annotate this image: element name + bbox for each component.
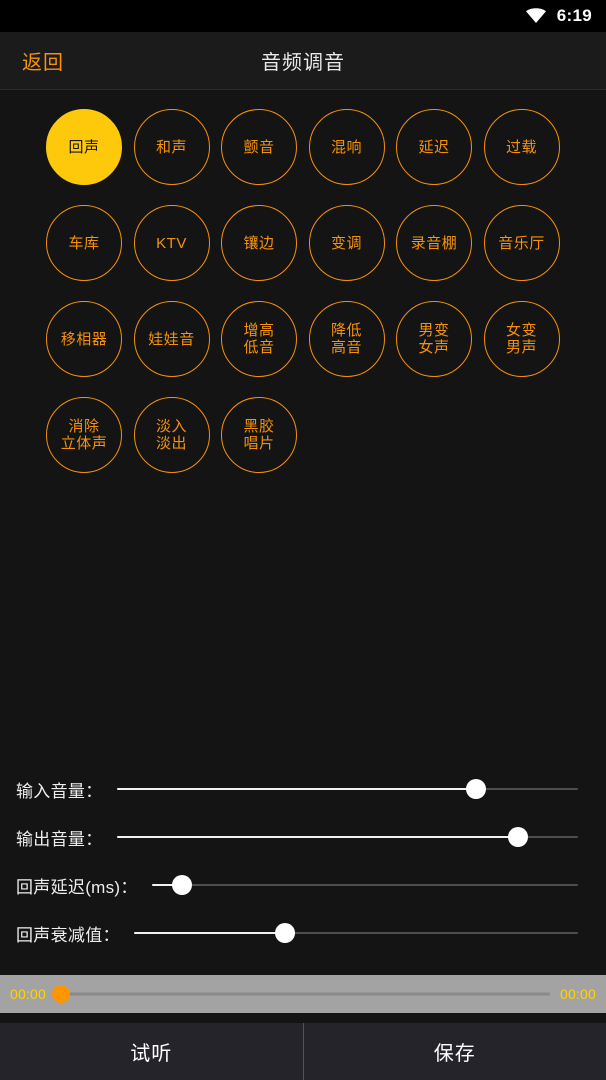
- effect-circle[interactable]: 男变 女声: [396, 301, 472, 377]
- status-bar-clock: 6:19: [556, 6, 592, 25]
- effect-circle[interactable]: 降低 高音: [308, 301, 385, 377]
- effect-circle[interactable]: 女变 男声: [483, 301, 560, 377]
- slider-track: [151, 884, 578, 886]
- slider-thumb[interactable]: [274, 923, 295, 943]
- player-total-time: 00:00: [559, 986, 596, 1002]
- player-seek-track-wrap[interactable]: [51, 984, 550, 1004]
- slider-label: 回声延迟(ms)：: [16, 877, 138, 897]
- back-button[interactable]: 返回: [22, 46, 64, 75]
- effect-circle[interactable]: 增高 低音: [221, 301, 297, 377]
- slider-row: 输出音量：: [0, 813, 606, 861]
- player-current-time: 00:00: [10, 986, 47, 1002]
- effect-circle[interactable]: 消除 立体声: [46, 397, 122, 473]
- effect-circle[interactable]: 镶边: [221, 205, 297, 281]
- status-bar: 6:19: [0, 0, 606, 32]
- slider-row: 输入音量：: [0, 765, 606, 813]
- title-bar: 返回 音频调音: [0, 32, 606, 90]
- save-button[interactable]: 保存: [304, 1023, 606, 1080]
- player-seek-bar[interactable]: 00:00 00:00: [0, 975, 606, 1013]
- effect-circle[interactable]: 颤音: [221, 109, 297, 185]
- bottom-action-bar: 试听 保存: [0, 1023, 606, 1080]
- slider-thumb[interactable]: [171, 875, 192, 895]
- effect-circle[interactable]: 混响: [308, 109, 385, 185]
- effect-circle[interactable]: 音乐厅: [483, 205, 560, 281]
- effect-circle[interactable]: 黑胶 唱片: [221, 397, 297, 473]
- slider-label: 输入音量：: [16, 781, 103, 801]
- slider-fill: [116, 836, 518, 838]
- slider-fill: [133, 932, 285, 934]
- effect-circle[interactable]: 录音棚: [396, 205, 472, 281]
- effect-circle[interactable]: 和声: [133, 109, 210, 185]
- effect-circle[interactable]: 移相器: [46, 301, 122, 377]
- slider-settings-area: 输入音量： 输出音量： 回声延迟(ms)： 回声衰减值：: [0, 765, 606, 975]
- effect-circle[interactable]: 延迟: [396, 109, 472, 185]
- effect-circle[interactable]: KTV: [133, 205, 210, 281]
- slider-label: 输出音量：: [16, 829, 103, 849]
- player-seek-track: [56, 992, 550, 996]
- slider-track-wrap[interactable]: [151, 874, 578, 896]
- slider-track-wrap[interactable]: [133, 922, 578, 944]
- slider-thumb[interactable]: [508, 827, 528, 847]
- effects-area: 回声 和声 颤音 混响 延迟 过载车库 KTV 镶边 变调 录音棚 音乐厅移相器 娃娃音 增高 低音 降低…: [0, 90, 606, 765]
- effect-circle[interactable]: 回声: [46, 109, 122, 185]
- effect-circle[interactable]: 变调: [308, 205, 385, 281]
- slider-track-wrap[interactable]: [116, 826, 578, 848]
- slider-label: 回声衰减值：: [16, 925, 120, 945]
- effect-circle[interactable]: 淡入 淡出: [133, 397, 210, 473]
- effect-circle[interactable]: 过载: [483, 109, 560, 185]
- slider-fill: [116, 788, 477, 790]
- player-bottom-gap: [0, 1013, 606, 1023]
- slider-row: 回声延迟(ms)：: [0, 861, 606, 909]
- effect-circle[interactable]: 娃娃音: [133, 301, 210, 377]
- slider-row: 回声衰减值：: [0, 909, 606, 957]
- slider-thumb[interactable]: [466, 779, 487, 799]
- page-title: 音频调音: [261, 52, 345, 74]
- effect-grid: 回声 和声 颤音 混响 延迟 过载车库 KTV 镶边 变调 录音棚 音乐厅移相器 娃娃音 增高 低音 降低…: [0, 109, 606, 473]
- preview-button[interactable]: 试听: [0, 1023, 303, 1080]
- player-seek-thumb[interactable]: [51, 985, 70, 1003]
- slider-track-wrap[interactable]: [116, 778, 578, 800]
- wifi-icon: [525, 8, 547, 24]
- effect-circle[interactable]: 车库: [46, 205, 122, 281]
- audio-tuner-screen: 6:19 返回 音频调音 回声 和声 颤音 混响 延迟 过载车库 KTV 镶边 变调 录音棚 音乐厅…: [0, 0, 606, 1080]
